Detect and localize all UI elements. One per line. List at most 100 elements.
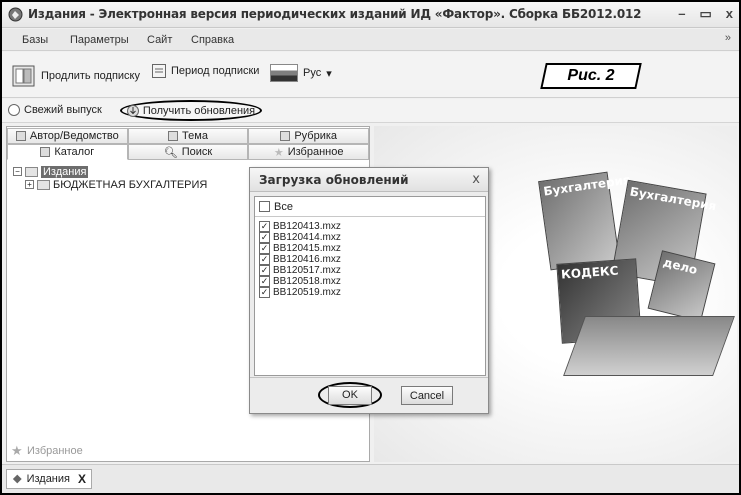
file-list-item[interactable]: ✓ BB120414.mxz — [259, 232, 485, 243]
file-list-item[interactable]: ✓ BB120519.mxz — [259, 287, 485, 298]
favorites-bottom-label: Избранное — [27, 445, 83, 457]
people-icon — [15, 131, 26, 141]
fresh-issue-label: Свежий выпуск — [24, 104, 102, 116]
tab-publications[interactable]: Издания X — [6, 469, 92, 489]
download-icon — [126, 104, 139, 117]
tabs-row-top: Автор/Ведомство Тема Рубрика — [7, 128, 370, 144]
update-files-list: Все ✓ BB120413.mxz ✓ BB120414.mxz ✓ BB120415.… — [254, 196, 486, 376]
close-tab-icon[interactable]: X — [78, 472, 86, 486]
get-updates-button[interactable]: Получить обновления — [120, 100, 262, 121]
tab-favorites-label: Избранное — [287, 146, 344, 158]
file-list-item[interactable]: ✓ BB120415.mxz — [259, 243, 485, 254]
chevron-down-icon: ▾ — [326, 67, 332, 80]
window-title: Издания - Электронная версия периодическ… — [28, 7, 642, 21]
file-checkbox[interactable]: ✓ — [259, 254, 270, 265]
magazine-title: Бухгалтерия — [542, 172, 632, 199]
file-name: BB120416.mxz — [273, 254, 341, 265]
maximize-button[interactable]: ▭ — [699, 6, 711, 22]
tab-catalog-label: Каталог — [54, 146, 95, 158]
subscription-period-label: Период подписки — [171, 65, 260, 77]
file-list-item[interactable]: ✓ BB120518.mxz — [259, 276, 485, 287]
select-all-row[interactable]: Все — [255, 197, 485, 217]
cancel-button[interactable]: Cancel — [401, 386, 453, 405]
tab-author-label: Автор/Ведомство — [29, 130, 119, 142]
file-name: BB120414.mxz — [273, 232, 341, 243]
tab-publications-label: Издания — [26, 473, 70, 485]
ok-button-highlight: OK — [318, 382, 382, 408]
dialog-title: Загрузка обновлений — [259, 172, 409, 187]
menu-item-parameters[interactable]: Параметры — [70, 34, 129, 46]
collapse-icon[interactable]: − — [13, 167, 22, 176]
search-icon: 🔍︎ — [163, 146, 178, 159]
tab-rubric[interactable]: Рубрика — [248, 128, 370, 144]
dialog-footer: OK Cancel — [250, 377, 488, 413]
calendar-icon — [152, 64, 166, 78]
subscription-period-button[interactable]: Период подписки — [152, 64, 259, 78]
figure-label: Рис. 2 — [540, 63, 642, 89]
document-icon — [40, 147, 51, 157]
main-toolbar: Продлить подписку Период подписки Рус ▾ … — [2, 52, 739, 98]
menu-item-bases[interactable]: Базы — [22, 34, 48, 46]
app-window: Издания - Электронная версия периодическ… — [0, 0, 741, 495]
renew-subscription-button[interactable]: Продлить подписку — [12, 64, 140, 88]
file-checkbox[interactable]: ✓ — [259, 276, 270, 287]
tree-child-label[interactable]: БЮДЖЕТНАЯ БУХГАЛТЕРИЯ — [53, 179, 207, 191]
dialog-close-button[interactable]: x — [472, 172, 480, 187]
tab-search[interactable]: 🔍︎ Поиск — [127, 144, 249, 160]
secondary-toolbar: Свежий выпуск Получить обновления — [2, 99, 739, 123]
file-checkbox[interactable]: ✓ — [259, 243, 270, 254]
tree-item-root[interactable]: − Издания — [13, 165, 207, 178]
select-all-checkbox[interactable] — [259, 201, 270, 212]
renew-subscription-label: Продлить подписку — [41, 70, 140, 82]
title-bar: Издания - Электронная версия периодическ… — [2, 2, 739, 28]
file-list-item[interactable]: ✓ BB120413.mxz — [259, 221, 485, 232]
tab-author[interactable]: Автор/Ведомство — [7, 128, 128, 144]
favorites-bottom[interactable]: ★ Избранное — [11, 443, 83, 458]
menu-bar: Базы Параметры Сайт Справка » — [2, 29, 739, 51]
file-list-item[interactable]: ✓ BB120517.mxz — [259, 265, 485, 276]
tree-item-child[interactable]: + БЮДЖЕТНАЯ БУХГАЛТЕРИЯ — [13, 178, 207, 191]
menu-item-help[interactable]: Справка — [191, 34, 234, 46]
document-tabs-bar: Издания X — [2, 464, 739, 493]
file-checkbox[interactable]: ✓ — [259, 221, 270, 232]
file-checkbox[interactable]: ✓ — [259, 232, 270, 243]
magazine-title: КОДЕКС — [560, 263, 619, 282]
tab-search-label: Поиск — [181, 146, 213, 158]
laptop-illustration — [563, 316, 735, 376]
figure-label-text: Рис. 2 — [567, 67, 615, 84]
publication-icon — [37, 179, 50, 190]
file-list-item[interactable]: ✓ BB120416.mxz — [259, 254, 485, 265]
window-controls: – ▭ x — [678, 6, 733, 22]
file-checkbox[interactable]: ✓ — [259, 265, 270, 276]
file-name: BB120415.mxz — [273, 243, 341, 254]
select-all-label: Все — [274, 200, 293, 213]
russian-flag-icon — [270, 64, 298, 82]
tab-topic[interactable]: Тема — [127, 128, 249, 144]
tabs-row-bottom: Каталог 🔍︎ Поиск ★ Избранное — [7, 144, 370, 160]
publications-tree: − Издания + БЮДЖЕТНАЯ БУХГАЛТЕРИЯ — [13, 165, 207, 191]
app-logo-icon — [12, 474, 22, 484]
file-checkbox[interactable]: ✓ — [259, 287, 270, 298]
star-icon: ★ — [273, 146, 284, 159]
file-name: BB120519.mxz — [273, 287, 341, 298]
menu-overflow-icon[interactable]: » — [725, 32, 731, 44]
dialog-title-bar: Загрузка обновлений x — [250, 168, 488, 192]
download-updates-dialog: Загрузка обновлений x Все ✓ BB120413.mxz ✓… — [249, 167, 489, 414]
expand-icon[interactable]: + — [25, 180, 34, 189]
file-name: BB120518.mxz — [273, 276, 341, 287]
language-dropdown[interactable]: Рус ▾ — [270, 64, 332, 82]
fresh-issue-button[interactable]: Свежий выпуск — [8, 104, 102, 116]
menu-item-site[interactable]: Сайт — [147, 34, 172, 46]
minimize-button[interactable]: – — [678, 6, 685, 22]
ok-button[interactable]: OK — [328, 385, 372, 405]
pencil-icon — [280, 131, 291, 141]
star-icon: ★ — [11, 443, 23, 458]
language-label: Рус — [303, 67, 322, 79]
book-icon — [12, 65, 35, 87]
file-name: BB120517.mxz — [273, 265, 341, 276]
tree-root-label[interactable]: Издания — [41, 165, 89, 178]
tab-catalog[interactable]: Каталог — [7, 144, 128, 160]
tab-favorites[interactable]: ★ Избранное — [248, 144, 370, 160]
file-name: BB120413.mxz — [273, 221, 341, 232]
close-window-button[interactable]: x — [726, 6, 733, 22]
